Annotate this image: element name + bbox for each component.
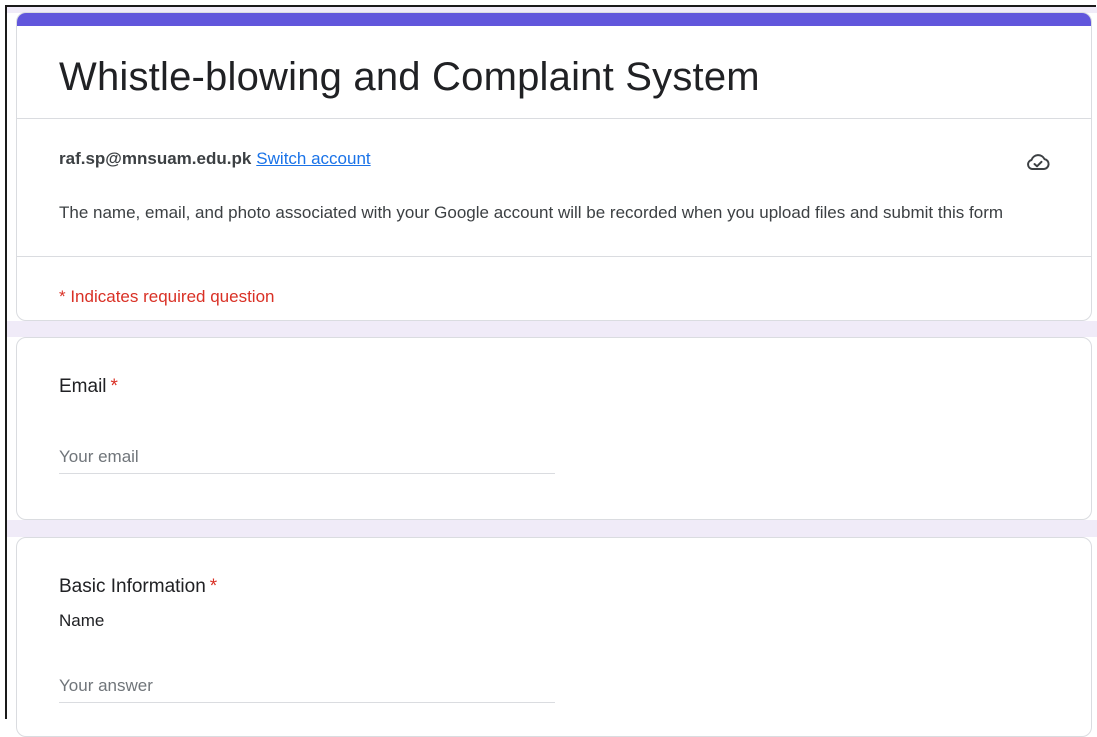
account-email: raf.sp@mnsuam.edu.pk	[59, 149, 252, 168]
header-accent-bar	[17, 13, 1091, 26]
question-label: Email	[59, 376, 107, 397]
cloud-check-icon[interactable]	[1025, 149, 1051, 175]
switch-account-link[interactable]: Switch account	[256, 149, 370, 168]
required-asterisk: *	[110, 376, 118, 397]
question-title: Basic Information *	[59, 576, 217, 598]
question-label: Basic Information	[59, 576, 206, 597]
question-card-email: Email *	[16, 337, 1092, 520]
section-gap	[7, 321, 1097, 337]
required-note: * Indicates required question	[59, 287, 275, 306]
form-header-card: Whistle-blowing and Complaint System raf…	[16, 12, 1092, 321]
email-input[interactable]	[59, 444, 555, 474]
name-field-label: Name	[59, 611, 105, 630]
form-title: Whistle-blowing and Complaint System	[59, 55, 760, 99]
notice-divider	[17, 256, 1091, 257]
question-card-basic-info: Basic Information * Name	[16, 537, 1092, 737]
required-asterisk: *	[209, 576, 218, 597]
header-divider	[17, 118, 1091, 119]
account-notice: The name, email, and photo associated wi…	[59, 203, 1004, 222]
section-gap	[7, 520, 1097, 537]
account-row: raf.sp@mnsuam.edu.pk Switch account	[59, 149, 371, 169]
name-input[interactable]	[59, 673, 555, 703]
question-title: Email *	[59, 376, 118, 398]
